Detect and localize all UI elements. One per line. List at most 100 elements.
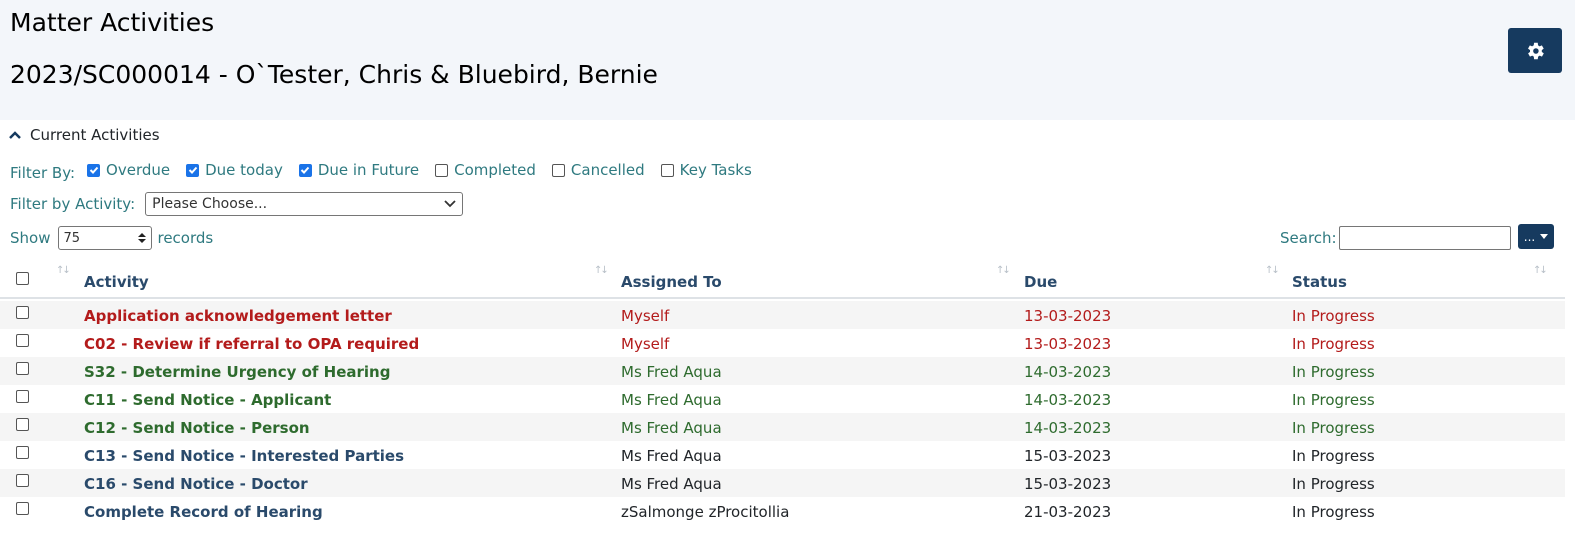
assigned-to: Myself — [621, 307, 670, 325]
filter-option-label: Completed — [454, 161, 536, 179]
activity-select-value: Please Choose... — [152, 196, 268, 212]
completed-checkbox[interactable] — [435, 163, 449, 177]
activity-link[interactable]: C12 - Send Notice - Person — [84, 419, 310, 437]
activity-select[interactable]: Please Choose... — [145, 192, 464, 216]
column-status[interactable]: Status — [1292, 273, 1347, 291]
row-checkbox[interactable] — [16, 306, 29, 319]
due-today-checkbox[interactable] — [186, 163, 200, 177]
page-size-value: 75 — [63, 230, 81, 246]
row-checkbox[interactable] — [16, 474, 29, 487]
filter-key-tasks[interactable]: Key Tasks — [660, 161, 752, 179]
row-checkbox[interactable] — [16, 502, 29, 515]
column-activity[interactable]: Activity — [84, 273, 149, 291]
filter-option-label: Overdue — [106, 161, 171, 179]
activity-filter: Filter by Activity: Please Choose... — [10, 192, 464, 216]
spinner-arrows-icon[interactable] — [137, 232, 147, 244]
status: In Progress — [1292, 475, 1375, 493]
filter-option-label: Due today — [205, 161, 283, 179]
row-checkbox[interactable] — [16, 418, 29, 431]
activity-link[interactable]: Complete Record of Hearing — [84, 503, 323, 521]
page-header: Matter Activities 2023/SC000014 - O`Test… — [0, 0, 1575, 120]
overdue-checkbox[interactable] — [87, 163, 101, 177]
chevron-down-icon — [444, 200, 456, 208]
page-title: Matter Activities — [10, 8, 215, 37]
show-label: Show — [10, 229, 51, 247]
sort-arrows-icon[interactable]: ↑↓ — [594, 265, 609, 276]
activity-filter-label: Filter by Activity: — [10, 195, 136, 213]
row-checkbox[interactable] — [16, 390, 29, 403]
activity-link[interactable]: Application acknowledgement letter — [84, 307, 392, 325]
assigned-to: Myself — [621, 335, 670, 353]
cancelled-checkbox[interactable] — [551, 163, 565, 177]
activity-link[interactable]: C11 - Send Notice - Applicant — [84, 391, 331, 409]
search-label: Search: — [1280, 229, 1337, 247]
assigned-to: Ms Fred Aqua — [621, 363, 722, 381]
status: In Progress — [1292, 307, 1375, 325]
column-due[interactable]: Due — [1024, 273, 1057, 291]
filter-option-label: Due in Future — [317, 161, 420, 179]
due-date: 13-03-2023 — [1024, 307, 1112, 325]
select-all-checkbox[interactable] — [16, 272, 29, 285]
chevron-up-icon — [9, 131, 21, 139]
status: In Progress — [1292, 391, 1375, 409]
status: In Progress — [1292, 447, 1375, 465]
due-date: 15-03-2023 — [1024, 447, 1112, 465]
assigned-to: zSalmonge zProcitollia — [621, 503, 790, 521]
assigned-to: Ms Fred Aqua — [621, 475, 722, 493]
settings-button[interactable] — [1508, 28, 1562, 73]
table-row[interactable]: Complete Record of Hearing zSalmonge zPr… — [0, 497, 1565, 525]
filter-due-today[interactable]: Due today — [186, 161, 283, 179]
sort-arrows-icon[interactable]: ↑↓ — [1265, 265, 1280, 276]
caret-down-icon — [1540, 234, 1549, 239]
panel-label: Current Activities — [30, 126, 160, 144]
matter-title: 2023/SC000014 - O`Tester, Chris & Bluebi… — [10, 60, 658, 89]
assigned-to: Ms Fred Aqua — [621, 391, 722, 409]
status: In Progress — [1292, 363, 1375, 381]
table-row[interactable]: S32 - Determine Urgency of Hearing Ms Fr… — [0, 357, 1565, 385]
table-row[interactable]: C12 - Send Notice - Person Ms Fred Aqua … — [0, 413, 1565, 441]
filter-due-future[interactable]: Due in Future — [298, 161, 420, 179]
activity-link[interactable]: C16 - Send Notice - Doctor — [84, 475, 308, 493]
table-row[interactable]: C16 - Send Notice - Doctor Ms Fred Aqua … — [0, 469, 1565, 497]
row-checkbox[interactable] — [16, 334, 29, 347]
filter-label: Filter By: — [10, 164, 76, 182]
sort-arrows-icon[interactable]: ↑↓ — [996, 265, 1011, 276]
activity-link[interactable]: S32 - Determine Urgency of Hearing — [84, 363, 390, 381]
due-date: 21-03-2023 — [1024, 503, 1112, 521]
activity-link[interactable]: C02 - Review if referral to OPA required — [84, 335, 419, 353]
table-row[interactable]: C02 - Review if referral to OPA required… — [0, 329, 1565, 357]
column-assigned-to[interactable]: Assigned To — [621, 273, 722, 291]
table-row[interactable]: C11 - Send Notice - Applicant Ms Fred Aq… — [0, 385, 1565, 413]
filter-cancelled[interactable]: Cancelled — [551, 161, 645, 179]
table-header: ↑↓ Activity ↑↓ Assigned To ↑↓ Due ↑↓ Sta… — [0, 262, 1565, 299]
table-row[interactable]: C13 - Send Notice - Interested Parties M… — [0, 441, 1565, 469]
sort-arrows-icon[interactable]: ↑↓ — [56, 265, 71, 276]
search-input[interactable] — [1339, 226, 1511, 250]
due-date: 14-03-2023 — [1024, 419, 1112, 437]
filter-option-label: Cancelled — [570, 161, 645, 179]
due-future-checkbox[interactable] — [298, 163, 312, 177]
current-activities-toggle[interactable]: Current Activities — [8, 126, 160, 144]
status: In Progress — [1292, 503, 1375, 521]
filter-completed[interactable]: Completed — [435, 161, 536, 179]
key-tasks-checkbox[interactable] — [660, 163, 674, 177]
filter-bar: Filter By: Overdue Due today Due in Futu… — [10, 158, 768, 182]
row-checkbox[interactable] — [16, 362, 29, 375]
due-date: 14-03-2023 — [1024, 363, 1112, 381]
more-options-button[interactable]: ... — [1518, 224, 1554, 249]
filter-option-label: Key Tasks — [679, 161, 752, 179]
row-checkbox[interactable] — [16, 446, 29, 459]
due-date: 15-03-2023 — [1024, 475, 1112, 493]
due-date: 13-03-2023 — [1024, 335, 1112, 353]
table-row[interactable]: Application acknowledgement letter Mysel… — [0, 301, 1565, 329]
filter-overdue[interactable]: Overdue — [87, 161, 170, 179]
status: In Progress — [1292, 419, 1375, 437]
page-size-input[interactable]: 75 — [58, 226, 153, 250]
records-label: records — [157, 229, 214, 247]
page-size-control: Show 75 records — [10, 226, 213, 250]
due-date: 14-03-2023 — [1024, 391, 1112, 409]
more-label: ... — [1523, 229, 1536, 244]
sort-arrows-icon[interactable]: ↑↓ — [1533, 265, 1548, 276]
assigned-to: Ms Fred Aqua — [621, 447, 722, 465]
activity-link[interactable]: C13 - Send Notice - Interested Parties — [84, 447, 404, 465]
